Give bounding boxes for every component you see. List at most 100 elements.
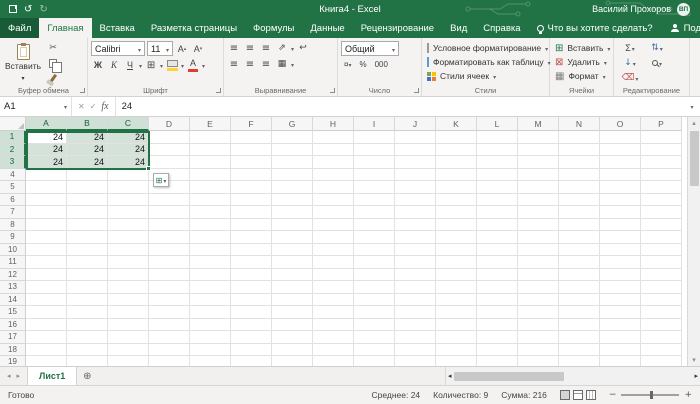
horizontal-scroll-thumb[interactable] xyxy=(454,372,564,381)
vertical-scrollbar[interactable] xyxy=(687,117,700,366)
font-size-combo[interactable]: 11 xyxy=(147,41,173,56)
tab-insert[interactable]: Вставка xyxy=(92,18,143,38)
column-header-A[interactable]: A xyxy=(26,117,67,131)
cell-O19[interactable] xyxy=(600,356,641,366)
cell-G9[interactable] xyxy=(272,231,313,244)
cell-E2[interactable] xyxy=(190,144,231,157)
cell-N13[interactable] xyxy=(559,281,600,294)
cell-D3[interactable] xyxy=(149,156,190,169)
undo-icon[interactable] xyxy=(24,4,32,15)
cell-L15[interactable] xyxy=(477,306,518,319)
cell-M18[interactable] xyxy=(518,344,559,357)
cell-K14[interactable] xyxy=(436,294,477,307)
cell-O9[interactable] xyxy=(600,231,641,244)
cell-F13[interactable] xyxy=(231,281,272,294)
cell-K1[interactable] xyxy=(436,131,477,144)
cell-L11[interactable] xyxy=(477,256,518,269)
cell-B18[interactable] xyxy=(67,344,108,357)
cell-C11[interactable] xyxy=(108,256,149,269)
cell-K2[interactable] xyxy=(436,144,477,157)
align-right-icon[interactable] xyxy=(259,57,273,71)
scroll-down-icon[interactable] xyxy=(688,354,700,366)
font-name-combo[interactable]: Calibri xyxy=(91,41,145,56)
cell-J18[interactable] xyxy=(395,344,436,357)
cell-K10[interactable] xyxy=(436,244,477,257)
cell-D12[interactable] xyxy=(149,269,190,282)
cell-C5[interactable] xyxy=(108,181,149,194)
cell-E6[interactable] xyxy=(190,194,231,207)
row-header-16[interactable]: 16 xyxy=(0,319,26,332)
column-header-C[interactable]: C xyxy=(108,117,149,131)
cell-F4[interactable] xyxy=(231,169,272,182)
cell-N15[interactable] xyxy=(559,306,600,319)
cell-L8[interactable] xyxy=(477,219,518,232)
row-header-2[interactable]: 2 xyxy=(0,144,26,157)
row-header-5[interactable]: 5 xyxy=(0,181,26,194)
cell-H9[interactable] xyxy=(313,231,354,244)
tab-data[interactable]: Данные xyxy=(302,18,352,38)
column-header-O[interactable]: O xyxy=(600,117,641,131)
percent-format-button[interactable]: % xyxy=(356,58,369,71)
cell-A19[interactable] xyxy=(26,356,67,366)
zoom-in-icon[interactable] xyxy=(684,390,692,400)
cell-N1[interactable] xyxy=(559,131,600,144)
merge-dropdown-icon[interactable] xyxy=(291,59,294,70)
row-header-7[interactable]: 7 xyxy=(0,206,26,219)
cell-H10[interactable] xyxy=(313,244,354,257)
cell-O6[interactable] xyxy=(600,194,641,207)
cell-J4[interactable] xyxy=(395,169,436,182)
cell-E11[interactable] xyxy=(190,256,231,269)
cell-E5[interactable] xyxy=(190,181,231,194)
row-header-15[interactable]: 15 xyxy=(0,306,26,319)
cell-L5[interactable] xyxy=(477,181,518,194)
cell-J14[interactable] xyxy=(395,294,436,307)
sort-filter-button[interactable] xyxy=(644,41,670,55)
cell-M8[interactable] xyxy=(518,219,559,232)
redo-icon[interactable] xyxy=(39,4,47,15)
avatar[interactable]: ВП xyxy=(677,3,690,16)
cell-A9[interactable] xyxy=(26,231,67,244)
cell-M7[interactable] xyxy=(518,206,559,219)
underline-button[interactable]: Ч xyxy=(123,58,137,72)
tab-formulas[interactable]: Формулы xyxy=(245,18,302,38)
cell-K18[interactable] xyxy=(436,344,477,357)
titlebar-account[interactable]: Василий Прохоров ВП xyxy=(592,3,700,16)
cell-J10[interactable] xyxy=(395,244,436,257)
fill-color-dropdown-icon[interactable] xyxy=(181,60,184,71)
row-header-9[interactable]: 9 xyxy=(0,231,26,244)
cell-E19[interactable] xyxy=(190,356,231,366)
cell-H4[interactable] xyxy=(313,169,354,182)
cell-G12[interactable] xyxy=(272,269,313,282)
cell-C6[interactable] xyxy=(108,194,149,207)
cell-P3[interactable] xyxy=(641,156,682,169)
cell-M9[interactable] xyxy=(518,231,559,244)
cell-E14[interactable] xyxy=(190,294,231,307)
cell-J12[interactable] xyxy=(395,269,436,282)
formula-bar-expand-icon[interactable] xyxy=(684,97,700,116)
cell-N12[interactable] xyxy=(559,269,600,282)
cell-L6[interactable] xyxy=(477,194,518,207)
cell-K8[interactable] xyxy=(436,219,477,232)
cell-E10[interactable] xyxy=(190,244,231,257)
enter-icon[interactable] xyxy=(90,102,97,111)
column-header-G[interactable]: G xyxy=(272,117,313,131)
row-header-12[interactable]: 12 xyxy=(0,269,26,282)
autosum-button[interactable]: Σ xyxy=(617,41,643,55)
cell-I14[interactable] xyxy=(354,294,395,307)
cell-I9[interactable] xyxy=(354,231,395,244)
cell-C14[interactable] xyxy=(108,294,149,307)
cell-O18[interactable] xyxy=(600,344,641,357)
cell-G3[interactable] xyxy=(272,156,313,169)
paste-button[interactable]: Вставить xyxy=(3,41,43,85)
underline-dropdown-icon[interactable] xyxy=(139,60,142,71)
cell-O12[interactable] xyxy=(600,269,641,282)
cell-E9[interactable] xyxy=(190,231,231,244)
cell-D19[interactable] xyxy=(149,356,190,366)
cell-N11[interactable] xyxy=(559,256,600,269)
cell-N16[interactable] xyxy=(559,319,600,332)
insert-function-icon[interactable]: fx xyxy=(101,101,108,112)
cell-P2[interactable] xyxy=(641,144,682,157)
cell-B16[interactable] xyxy=(67,319,108,332)
cell-O13[interactable] xyxy=(600,281,641,294)
cell-I18[interactable] xyxy=(354,344,395,357)
